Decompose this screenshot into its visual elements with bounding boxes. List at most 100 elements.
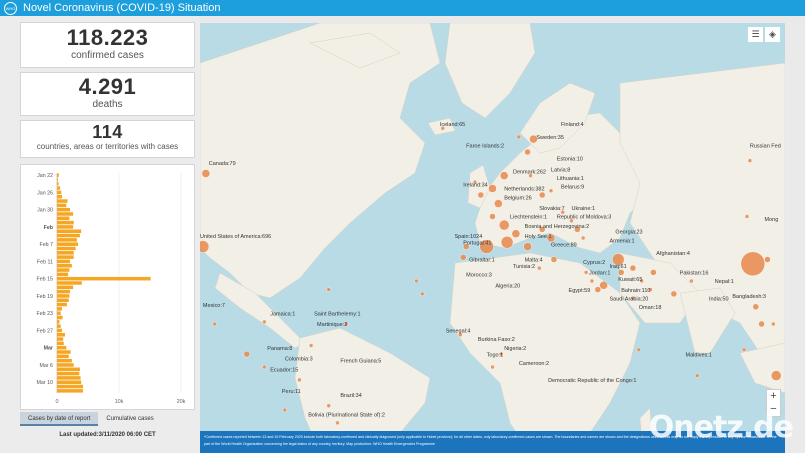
case-bubble[interactable] bbox=[516, 134, 522, 140]
chart-bar[interactable] bbox=[57, 173, 59, 177]
tab-cumulative-cases[interactable]: Cumulative cases bbox=[98, 412, 161, 426]
case-bubble[interactable] bbox=[583, 270, 589, 275]
chart-bar[interactable] bbox=[57, 229, 82, 233]
chart-bar[interactable] bbox=[57, 246, 76, 251]
case-bubble[interactable] bbox=[764, 256, 771, 263]
case-bubble[interactable] bbox=[243, 350, 250, 358]
chart-bar[interactable] bbox=[57, 276, 151, 281]
chart-bar[interactable] bbox=[57, 320, 60, 324]
case-bubble[interactable] bbox=[758, 320, 765, 328]
case-bubble[interactable] bbox=[744, 214, 750, 219]
chart-bar[interactable] bbox=[57, 251, 74, 255]
case-bubble[interactable] bbox=[511, 229, 521, 238]
chart-bar[interactable] bbox=[57, 268, 70, 272]
case-bubble[interactable] bbox=[494, 199, 503, 208]
chart-bar[interactable] bbox=[57, 345, 67, 350]
layers-icon[interactable]: ◈ bbox=[765, 27, 780, 42]
chart-bar[interactable] bbox=[57, 207, 71, 212]
chart-bar[interactable] bbox=[57, 190, 62, 195]
chart-bar[interactable] bbox=[57, 272, 69, 277]
chart-bar[interactable] bbox=[57, 216, 70, 221]
case-bubble[interactable] bbox=[282, 407, 288, 413]
case-bubble[interactable] bbox=[201, 169, 211, 178]
case-bubble[interactable] bbox=[618, 269, 625, 276]
case-bubble[interactable] bbox=[326, 287, 331, 292]
chart-bar[interactable] bbox=[57, 263, 72, 268]
case-bubble[interactable] bbox=[488, 184, 497, 193]
case-bubble[interactable] bbox=[308, 343, 314, 348]
chart-bar[interactable] bbox=[57, 337, 64, 341]
chart-bar[interactable] bbox=[57, 225, 74, 229]
chart-bar[interactable] bbox=[57, 182, 59, 186]
chart-bar[interactable] bbox=[57, 389, 84, 393]
chart-bar[interactable] bbox=[57, 199, 68, 203]
case-bubble[interactable] bbox=[537, 265, 542, 271]
chart-bar[interactable] bbox=[57, 363, 74, 367]
chart-bar[interactable] bbox=[57, 376, 81, 380]
chart-bar[interactable] bbox=[57, 294, 70, 298]
chart-bar[interactable] bbox=[57, 281, 82, 285]
chart-bar[interactable] bbox=[57, 358, 72, 363]
case-bubble[interactable] bbox=[335, 420, 340, 426]
case-bubble[interactable] bbox=[548, 188, 554, 193]
case-bubble[interactable] bbox=[500, 171, 509, 180]
case-bubble[interactable] bbox=[499, 219, 510, 231]
case-bubble[interactable] bbox=[740, 251, 766, 277]
chart-bar[interactable] bbox=[57, 177, 58, 182]
case-bubble[interactable] bbox=[589, 278, 595, 284]
chart-bar[interactable] bbox=[57, 212, 74, 216]
case-bubble[interactable] bbox=[670, 290, 678, 298]
case-bubble[interactable] bbox=[771, 321, 776, 327]
chart-bar[interactable] bbox=[57, 371, 80, 376]
map-svg[interactable]: Canada:79 United States of America:696 Mex… bbox=[200, 23, 785, 453]
chart-bar[interactable] bbox=[57, 289, 71, 294]
chart-bar[interactable] bbox=[57, 255, 74, 259]
chart-bar[interactable] bbox=[57, 380, 82, 384]
legend-icon[interactable]: ☰ bbox=[748, 27, 763, 42]
case-bubble[interactable] bbox=[262, 319, 267, 325]
case-bubble[interactable] bbox=[594, 286, 601, 293]
case-bubble[interactable] bbox=[477, 191, 484, 199]
chart-bar[interactable] bbox=[57, 341, 64, 346]
chart-bar[interactable] bbox=[57, 233, 80, 238]
case-bubble[interactable] bbox=[420, 291, 425, 297]
chart-bar[interactable] bbox=[57, 259, 71, 264]
case-bubble[interactable] bbox=[212, 321, 217, 327]
case-bubble[interactable] bbox=[539, 191, 546, 199]
chart-bar[interactable] bbox=[57, 315, 63, 320]
case-bubble[interactable] bbox=[414, 278, 419, 284]
chart-bar[interactable] bbox=[57, 354, 69, 359]
case-bubble[interactable] bbox=[580, 235, 586, 241]
case-bubble[interactable] bbox=[752, 303, 759, 310]
case-bubble[interactable] bbox=[524, 148, 531, 156]
case-bubble[interactable] bbox=[747, 158, 753, 163]
case-bubble[interactable] bbox=[500, 236, 514, 249]
chart-bar[interactable] bbox=[57, 298, 69, 303]
chart-bar[interactable] bbox=[57, 186, 61, 190]
case-bubble[interactable] bbox=[741, 347, 747, 352]
case-bubble[interactable] bbox=[650, 269, 657, 276]
chart-bar[interactable] bbox=[57, 194, 62, 199]
chart-bar[interactable] bbox=[57, 350, 71, 354]
chart-bar[interactable] bbox=[57, 238, 77, 242]
case-bubble[interactable] bbox=[550, 256, 558, 263]
case-bubble[interactable] bbox=[636, 347, 641, 352]
case-bubble[interactable] bbox=[771, 370, 782, 381]
zoom-in-button[interactable]: + bbox=[767, 390, 780, 403]
chart-bar[interactable] bbox=[57, 384, 84, 389]
case-bubble[interactable] bbox=[689, 278, 694, 284]
chart-bar[interactable] bbox=[57, 328, 62, 333]
tab-cases-by-date[interactable]: Cases by date of report bbox=[20, 412, 99, 426]
chart-bar[interactable] bbox=[57, 242, 79, 246]
case-bubble[interactable] bbox=[460, 254, 467, 261]
chart-bar[interactable] bbox=[57, 285, 74, 290]
case-bubble[interactable] bbox=[695, 373, 700, 378]
chart-bar[interactable] bbox=[57, 367, 80, 372]
chart-bar[interactable] bbox=[57, 220, 74, 225]
case-bubble[interactable] bbox=[262, 364, 267, 370]
case-bubble[interactable] bbox=[629, 264, 637, 272]
case-bubble[interactable] bbox=[297, 377, 302, 383]
chart-bar[interactable] bbox=[57, 311, 61, 315]
case-bubble[interactable] bbox=[489, 213, 496, 220]
case-bubble[interactable] bbox=[326, 403, 331, 408]
